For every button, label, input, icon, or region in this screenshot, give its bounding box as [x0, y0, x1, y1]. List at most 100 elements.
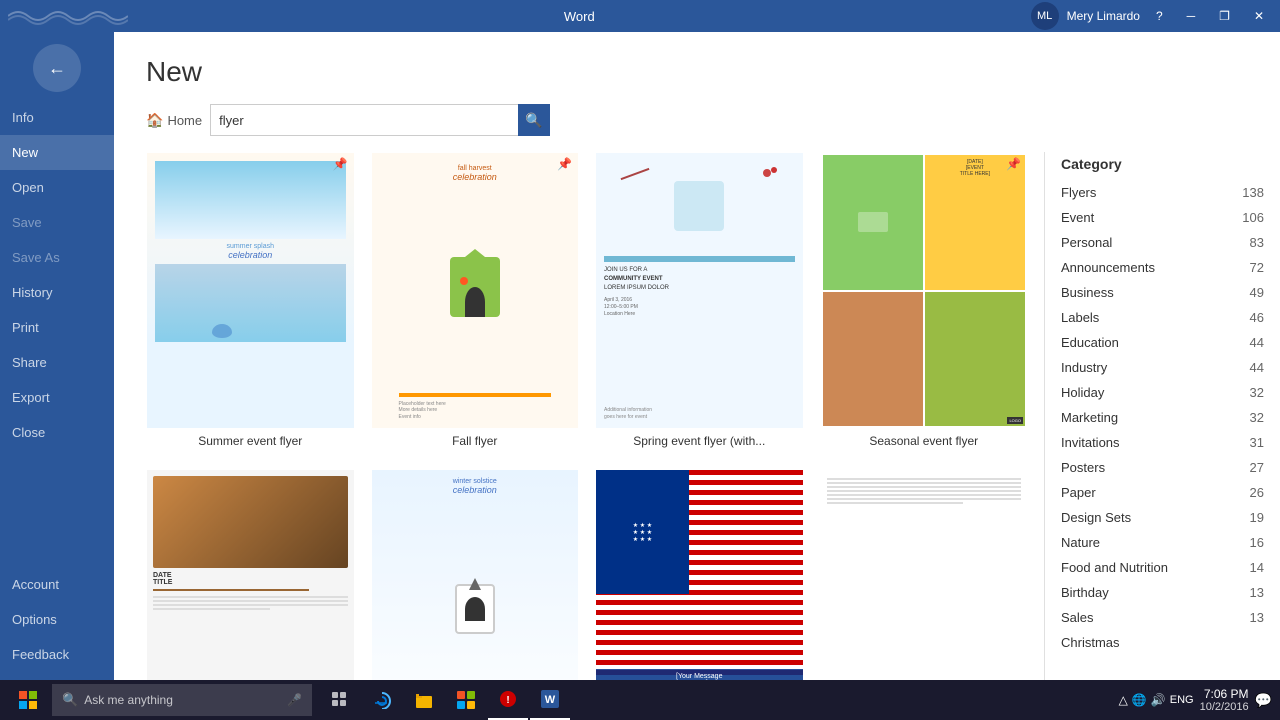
- category-item-event[interactable]: Event 106: [1061, 205, 1264, 230]
- home-icon: 🏠: [146, 112, 163, 129]
- category-item-personal[interactable]: Personal 83: [1061, 230, 1264, 255]
- category-count-announcements: 72: [1250, 260, 1264, 275]
- templates-grid-wrap: summer splash celebration 📌 Summer event…: [146, 152, 1044, 680]
- template-card-spring[interactable]: JOIN US FOR ACOMMUNITY EVENTLOREM IPSUM …: [595, 152, 804, 453]
- home-label: Home: [167, 113, 202, 128]
- template-card-generic[interactable]: LOGO Generic event flyer: [820, 469, 1029, 680]
- sidebar-item-history[interactable]: History: [0, 275, 114, 310]
- store-button[interactable]: [446, 680, 486, 720]
- template-card-seasonal2[interactable]: DATE TITLE Heading: [146, 469, 355, 680]
- time-display: 7:06 PM: [1200, 687, 1249, 701]
- category-item-business[interactable]: Business 49: [1061, 280, 1264, 305]
- sidebar-label-share: Share: [12, 355, 47, 370]
- category-name-flyers: Flyers: [1061, 185, 1096, 200]
- category-item-holiday[interactable]: Holiday 32: [1061, 380, 1264, 405]
- template-card-flag[interactable]: ★ ★ ★★ ★ ★★ ★ ★ [Your Message Here] Amer…: [595, 469, 804, 680]
- sidebar-item-new[interactable]: New: [0, 135, 114, 170]
- network-icon[interactable]: 🌐: [1132, 693, 1147, 707]
- taskbar-apps: ! W: [316, 680, 1115, 720]
- template-thumb-spring: JOIN US FOR ACOMMUNITY EVENTLOREM IPSUM …: [596, 153, 803, 428]
- category-count-flyers: 138: [1242, 185, 1264, 200]
- taskbar-system-icons: △ 🌐 🔊 ENG: [1119, 693, 1194, 707]
- sidebar-item-save: Save: [0, 205, 114, 240]
- template-thumb-winter: winter solstice celebration: [372, 470, 579, 680]
- file-explorer-button[interactable]: [404, 680, 444, 720]
- category-item-industry[interactable]: Industry 44: [1061, 355, 1264, 380]
- category-count-holiday: 32: [1250, 385, 1264, 400]
- category-item-invitations[interactable]: Invitations 31: [1061, 430, 1264, 455]
- category-item-education[interactable]: Education 44: [1061, 330, 1264, 355]
- sidebar-item-export[interactable]: Export: [0, 380, 114, 415]
- page-title: New: [146, 56, 1248, 88]
- word-button[interactable]: W: [530, 680, 570, 720]
- category-count-marketing: 32: [1250, 410, 1264, 425]
- content-area: New 🏠 Home 🔍: [114, 32, 1280, 680]
- close-button[interactable]: ✕: [1246, 5, 1272, 27]
- help-button[interactable]: ?: [1148, 5, 1171, 27]
- category-panel: Category Flyers 138 Event 106 Personal 8…: [1044, 152, 1264, 680]
- title-bar-left: [8, 0, 128, 32]
- search-input[interactable]: [210, 104, 550, 136]
- edge-button[interactable]: [362, 680, 402, 720]
- taskbar-search-text: Ask me anything: [84, 693, 173, 707]
- category-count-posters: 27: [1250, 460, 1264, 475]
- category-name-birthday: Birthday: [1061, 585, 1109, 600]
- category-count-birthday: 13: [1250, 585, 1264, 600]
- sidebar-item-open[interactable]: Open: [0, 170, 114, 205]
- category-item-posters[interactable]: Posters 27: [1061, 455, 1264, 480]
- template-card-winter[interactable]: winter solstice celebration: [371, 469, 580, 680]
- user-avatar: ML: [1031, 2, 1059, 30]
- svg-text:W: W: [545, 694, 556, 706]
- category-item-christmas[interactable]: Christmas: [1061, 630, 1264, 655]
- category-item-paper[interactable]: Paper 26: [1061, 480, 1264, 505]
- category-item-announcements[interactable]: Announcements 72: [1061, 255, 1264, 280]
- task-view-button[interactable]: [320, 680, 360, 720]
- sidebar-item-close[interactable]: Close: [0, 415, 114, 450]
- category-item-flyers[interactable]: Flyers 138: [1061, 180, 1264, 205]
- volume-icon[interactable]: 🔊: [1151, 693, 1166, 707]
- security-button[interactable]: !: [488, 680, 528, 720]
- category-count-invitations: 31: [1250, 435, 1264, 450]
- template-card-fall[interactable]: fall harvest celebration: [371, 152, 580, 453]
- sidebar-item-info[interactable]: Info: [0, 100, 114, 135]
- search-button[interactable]: 🔍: [518, 104, 550, 136]
- category-item-sales[interactable]: Sales 13: [1061, 605, 1264, 630]
- sidebar-item-account[interactable]: Account: [0, 567, 114, 602]
- category-name-education: Education: [1061, 335, 1119, 350]
- category-item-design-sets[interactable]: Design Sets 19: [1061, 505, 1264, 530]
- back-button[interactable]: ←: [33, 44, 81, 92]
- maximize-button[interactable]: ❐: [1211, 5, 1238, 27]
- category-name-food: Food and Nutrition: [1061, 560, 1168, 575]
- taskbar-time[interactable]: 7:06 PM 10/2/2016: [1200, 687, 1249, 713]
- svg-text:!: !: [506, 695, 509, 706]
- pin-icon-fall: 📌: [557, 157, 572, 171]
- sidebar-item-share[interactable]: Share: [0, 345, 114, 380]
- sidebar-label-save-as: Save As: [12, 250, 60, 265]
- minimize-button[interactable]: ─: [1179, 5, 1204, 27]
- taskbar: 🔍 Ask me anything 🎤: [0, 680, 1280, 720]
- category-item-labels[interactable]: Labels 46: [1061, 305, 1264, 330]
- category-item-food[interactable]: Food and Nutrition 14: [1061, 555, 1264, 580]
- category-item-nature[interactable]: Nature 16: [1061, 530, 1264, 555]
- start-button[interactable]: [8, 680, 48, 720]
- category-item-marketing[interactable]: Marketing 32: [1061, 405, 1264, 430]
- notification-icon[interactable]: 💬: [1255, 692, 1272, 709]
- sidebar-item-feedback[interactable]: Feedback: [0, 637, 114, 672]
- taskbar-search[interactable]: 🔍 Ask me anything 🎤: [52, 684, 312, 716]
- category-name-sales: Sales: [1061, 610, 1094, 625]
- sidebar-item-print[interactable]: Print: [0, 310, 114, 345]
- sidebar-item-options[interactable]: Options: [0, 602, 114, 637]
- show-hidden-icon[interactable]: △: [1119, 693, 1128, 707]
- template-label-seasonal1: Seasonal event flyer: [821, 428, 1028, 452]
- template-label-fall: Fall flyer: [372, 428, 579, 452]
- sidebar: ← Info New Open Save Save As History Pri…: [0, 32, 114, 680]
- category-count-personal: 83: [1250, 235, 1264, 250]
- template-card-summer[interactable]: summer splash celebration 📌 Summer event…: [146, 152, 355, 453]
- category-count-paper: 26: [1250, 485, 1264, 500]
- home-link[interactable]: 🏠 Home: [146, 112, 202, 129]
- sidebar-label-account: Account: [12, 577, 59, 592]
- category-header: Category: [1061, 152, 1264, 180]
- sidebar-label-close: Close: [12, 425, 45, 440]
- category-item-birthday[interactable]: Birthday 13: [1061, 580, 1264, 605]
- template-card-seasonal1[interactable]: [DATE][EVENTTITLE HERE] LOGO 📌 Seasonal: [820, 152, 1029, 453]
